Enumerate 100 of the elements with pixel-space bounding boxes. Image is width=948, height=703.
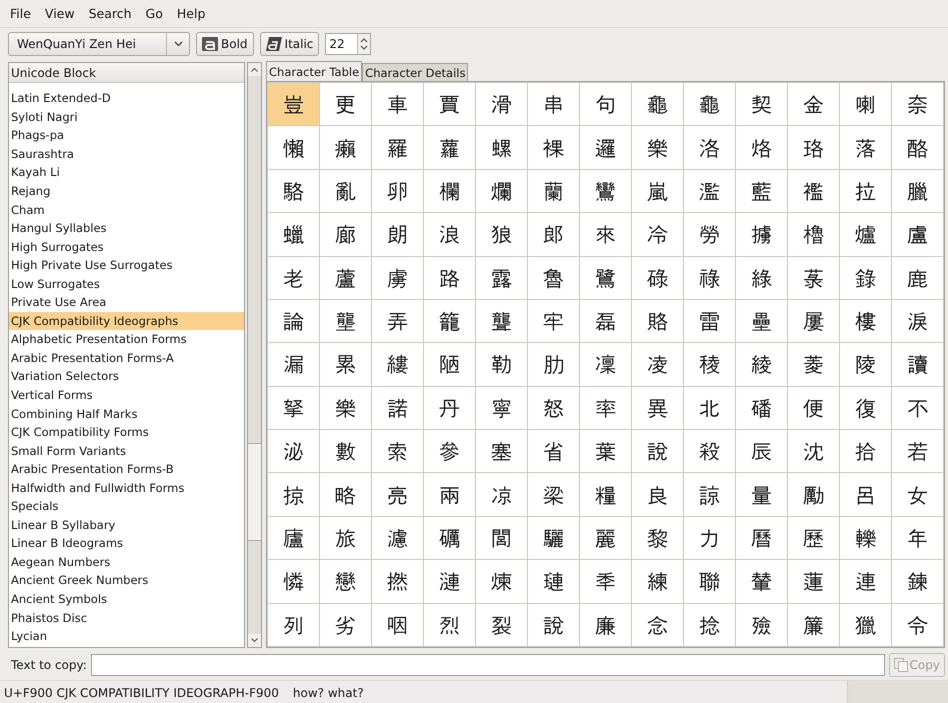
- character-cell[interactable]: 路: [424, 256, 475, 299]
- character-cell[interactable]: 異: [632, 386, 683, 430]
- text-to-copy-field[interactable]: [90, 654, 885, 676]
- italic-button[interactable]: Italic: [260, 32, 320, 56]
- block-list-item[interactable]: Syloti Nagri: [9, 108, 244, 126]
- character-cell[interactable]: 令: [892, 604, 943, 646]
- character-cell[interactable]: 鍊: [892, 560, 943, 603]
- character-cell[interactable]: 陵: [840, 343, 891, 386]
- character-cell[interactable]: 浪: [424, 213, 475, 256]
- character-cell[interactable]: 丹: [424, 386, 475, 430]
- tab[interactable]: Character Table: [266, 61, 362, 81]
- character-cell[interactable]: 落: [840, 126, 891, 169]
- character-cell[interactable]: 兩: [424, 473, 475, 516]
- character-cell[interactable]: 酪: [892, 126, 943, 169]
- character-cell[interactable]: 更: [320, 83, 371, 126]
- character-cell[interactable]: 若: [892, 430, 943, 472]
- character-cell[interactable]: 邏: [580, 126, 631, 169]
- character-cell[interactable]: 龜: [632, 83, 683, 126]
- character-cell[interactable]: 漏: [268, 343, 319, 386]
- block-list-item[interactable]: Phags-pa: [9, 126, 244, 145]
- character-cell[interactable]: 癩: [320, 126, 371, 169]
- character-cell[interactable]: 礪: [424, 516, 475, 560]
- block-list-item[interactable]: Private Use Area: [9, 293, 244, 312]
- character-cell[interactable]: 懶: [268, 126, 319, 169]
- character-cell[interactable]: 說: [632, 430, 683, 472]
- character-cell[interactable]: 磻: [736, 386, 787, 430]
- character-cell[interactable]: 滑: [476, 83, 527, 126]
- character-cell[interactable]: 菉: [788, 256, 839, 299]
- scrollbar[interactable]: [247, 62, 262, 648]
- character-cell[interactable]: 掠: [268, 473, 319, 516]
- block-list-item[interactable]: Aegean Numbers: [9, 552, 244, 572]
- character-cell[interactable]: 念: [632, 604, 683, 646]
- character-cell[interactable]: 練: [632, 560, 683, 603]
- character-cell[interactable]: 便: [788, 386, 839, 430]
- character-cell[interactable]: 籠: [424, 300, 475, 342]
- character-cell[interactable]: 凌: [632, 343, 683, 386]
- character-cell[interactable]: 螺: [476, 126, 527, 169]
- tab[interactable]: Character Details: [362, 63, 468, 81]
- character-cell[interactable]: 車: [372, 83, 423, 126]
- character-cell[interactable]: 烈: [424, 604, 475, 646]
- character-cell[interactable]: 駱: [268, 170, 319, 212]
- character-cell[interactable]: 讀: [892, 343, 943, 386]
- character-cell[interactable]: 虜: [372, 256, 423, 299]
- character-cell[interactable]: 奈: [892, 83, 943, 126]
- character-cell[interactable]: 劣: [320, 604, 371, 646]
- block-list-item[interactable]: Phaistos Disc: [9, 608, 244, 627]
- font-dropdown[interactable]: WenQuanYi Zen Hei: [8, 32, 190, 56]
- character-cell[interactable]: 魯: [528, 256, 579, 299]
- character-cell[interactable]: 不: [892, 386, 943, 430]
- character-cell[interactable]: 喇: [840, 83, 891, 126]
- character-cell[interactable]: 聯: [684, 560, 735, 603]
- character-cell[interactable]: 鹿: [892, 256, 943, 299]
- block-list-item[interactable]: CJK Compatibility Ideographs: [9, 312, 244, 330]
- character-cell[interactable]: 菱: [788, 343, 839, 386]
- character-cell[interactable]: 麗: [580, 516, 631, 560]
- character-cell[interactable]: 洛: [684, 126, 735, 169]
- block-list-item[interactable]: Arabic Presentation Forms-B: [9, 460, 244, 478]
- character-cell[interactable]: 泌: [268, 430, 319, 472]
- character-cell[interactable]: 豈: [268, 83, 319, 126]
- character-cell[interactable]: 亂: [320, 170, 371, 212]
- character-cell[interactable]: 蓮: [788, 560, 839, 603]
- character-cell[interactable]: 綾: [736, 343, 787, 386]
- character-cell[interactable]: 勞: [684, 213, 735, 256]
- character-cell[interactable]: 簾: [788, 604, 839, 646]
- character-cell[interactable]: 鷺: [580, 256, 631, 299]
- block-list-item[interactable]: CJK Compatibility Forms: [9, 422, 244, 442]
- character-cell[interactable]: 勵: [788, 473, 839, 516]
- character-cell[interactable]: 塞: [476, 430, 527, 472]
- block-list-item[interactable]: Ancient Greek Numbers: [9, 571, 244, 590]
- character-cell[interactable]: 碌: [632, 256, 683, 299]
- character-cell[interactable]: 廬: [268, 516, 319, 560]
- character-cell[interactable]: 捻: [684, 604, 735, 646]
- block-list-item[interactable]: Combining Half Marks: [9, 404, 244, 423]
- block-list-item[interactable]: Saurashtra: [9, 144, 244, 164]
- block-list-item[interactable]: Latin Extended-D: [9, 89, 244, 108]
- character-cell[interactable]: 櫓: [788, 213, 839, 256]
- character-cell[interactable]: 論: [268, 300, 319, 342]
- menu-item[interactable]: Help: [170, 3, 212, 24]
- character-cell[interactable]: 力: [684, 516, 735, 560]
- character-cell[interactable]: 肋: [528, 343, 579, 386]
- character-cell[interactable]: 裸: [528, 126, 579, 169]
- character-cell[interactable]: 呂: [840, 473, 891, 516]
- character-cell[interactable]: 良: [632, 473, 683, 516]
- block-list-item[interactable]: High Private Use Surrogates: [9, 256, 244, 274]
- character-cell[interactable]: 藍: [736, 170, 787, 212]
- block-list-item[interactable]: Small Form Variants: [9, 441, 244, 460]
- character-cell[interactable]: 索: [372, 430, 423, 472]
- character-cell[interactable]: 來: [580, 213, 631, 256]
- character-cell[interactable]: 烙: [736, 126, 787, 169]
- block-list-item[interactable]: Kayah Li: [9, 163, 244, 182]
- character-cell[interactable]: 嵐: [632, 170, 683, 212]
- character-cell[interactable]: 祿: [684, 256, 735, 299]
- character-cell[interactable]: 羅: [372, 126, 423, 169]
- character-cell[interactable]: 數: [320, 430, 371, 472]
- character-cell[interactable]: 龜: [684, 83, 735, 126]
- character-cell[interactable]: 省: [528, 430, 579, 472]
- character-cell[interactable]: 秊: [580, 560, 631, 603]
- character-cell[interactable]: 列: [268, 604, 319, 646]
- character-cell[interactable]: 襤: [788, 170, 839, 212]
- character-cell[interactable]: 錄: [840, 256, 891, 299]
